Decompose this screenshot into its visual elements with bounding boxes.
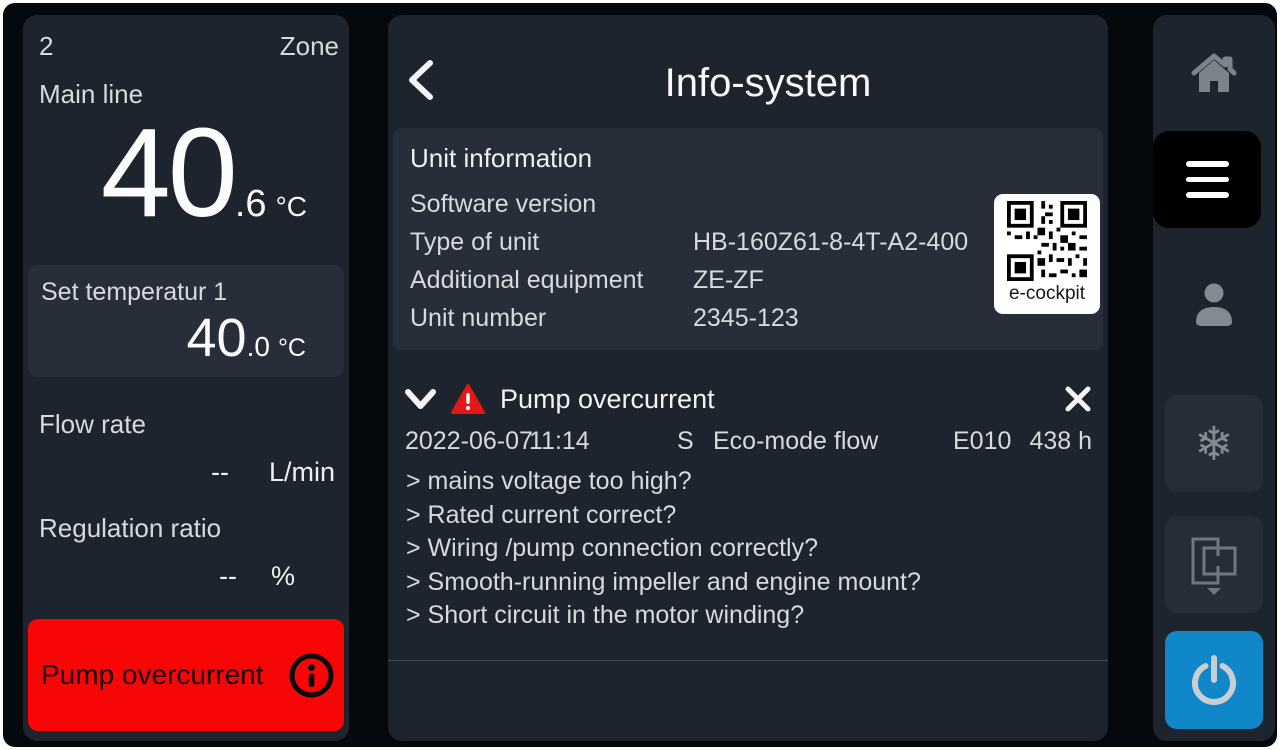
row-value: ZE-ZF — [693, 266, 764, 295]
home-icon — [1190, 51, 1238, 95]
regulation-ratio-label: Regulation ratio — [39, 513, 221, 544]
power-icon — [1189, 654, 1239, 706]
e-cockpit-qr-card[interactable]: e-cockpit — [994, 194, 1100, 314]
zone-label: Zone — [280, 31, 339, 62]
main-line-value-int: 40 — [101, 113, 235, 233]
alarm-banner[interactable]: Pump overcurrent — [28, 619, 344, 731]
chevron-down-icon[interactable] — [404, 387, 437, 411]
unit-information-heading: Unit information — [410, 143, 592, 174]
regulation-ratio-number: -- — [219, 561, 237, 592]
row-label: Unit number — [410, 304, 693, 333]
alarm-date: 2022-06-07 — [405, 427, 533, 456]
info-row-additional-equipment: Additional equipment ZE-ZF — [410, 266, 983, 304]
sidebar-item-cooling[interactable]: ❄ — [1165, 395, 1263, 492]
alarm-code: E010 — [953, 427, 1011, 456]
info-icon[interactable] — [288, 652, 335, 699]
sidebar-item-menu[interactable] — [1153, 131, 1261, 228]
flow-rate-label: Flow rate — [39, 409, 146, 440]
alarm-meta-row: 2022-06-07 11:14 S Eco-mode flow E010 43… — [405, 427, 1092, 457]
sidebar-item-home[interactable] — [1153, 15, 1275, 131]
checklist-item: > Short circuit in the motor winding? — [406, 599, 921, 633]
sidebar-item-power[interactable] — [1165, 631, 1263, 729]
set-temperature-card[interactable]: Set temperatur 1 40.0 °C — [28, 265, 344, 377]
alarm-checklist: > mains voltage too high? > Rated curren… — [406, 465, 921, 633]
flow-rate-unit: L/min — [269, 457, 335, 488]
alarm-title: Pump overcurrent — [500, 384, 715, 415]
alarm-banner-label: Pump overcurrent — [41, 659, 264, 691]
main-line-value-dec: .6 — [235, 183, 267, 226]
info-row-type-of-unit: Type of unit HB-160Z61-8-4T-A2-400 — [410, 228, 983, 266]
row-label: Software version — [410, 190, 693, 219]
checklist-item: > Rated current correct? — [406, 499, 921, 533]
checklist-item: > mains voltage too high? — [406, 465, 921, 499]
qr-card-label: e-cockpit — [1009, 283, 1085, 305]
flow-rate-value: -- L/min — [23, 457, 335, 488]
row-label: Type of unit — [410, 228, 693, 257]
checklist-item: > Wiring /pump connection correctly? — [406, 532, 921, 566]
qr-code-icon — [1007, 201, 1087, 281]
unit-information-rows: Software version Type of unit HB-160Z61-… — [410, 190, 983, 342]
set-temperature-value-dec: .0 — [247, 331, 270, 363]
zone-header: 2 Zone — [39, 31, 339, 62]
alarm-runtime-hours: 438 h — [1029, 427, 1092, 456]
sidebar-item-user[interactable] — [1153, 249, 1275, 359]
flow-rate-number: -- — [211, 457, 229, 488]
set-temperature-unit: °C — [278, 334, 306, 363]
alarm-detail-header: Pump overcurrent — [404, 381, 1093, 417]
regulation-ratio-value: -- % — [23, 561, 295, 592]
sidebar-item-module[interactable] — [1165, 516, 1263, 613]
set-temperature-label: Set temperatur 1 — [41, 278, 227, 307]
regulation-ratio-unit: % — [271, 561, 295, 592]
alarm-source: Eco-mode flow — [713, 427, 878, 456]
user-icon — [1191, 280, 1237, 328]
snowflake-icon: ❄ — [1194, 416, 1233, 472]
set-temperature-value-int: 40 — [187, 311, 247, 365]
zone-number: 2 — [39, 31, 53, 62]
alarm-time: 11:14 — [529, 427, 590, 456]
row-value: HB-160Z61-8-4T-A2-400 — [693, 228, 968, 257]
info-system-panel: Info-system Unit information Software ve… — [388, 15, 1108, 741]
device-screen: 2 Zone Main line 40.6°C Set temperatur 1… — [3, 3, 1277, 747]
mold-module-icon — [1188, 534, 1240, 596]
row-value: 2345-123 — [693, 304, 799, 333]
section-divider — [388, 660, 1108, 661]
info-row-software-version: Software version — [410, 190, 983, 228]
warning-triangle-icon — [451, 384, 485, 415]
alarm-flag: S — [677, 427, 694, 456]
navigation-sidebar: ❄ — [1153, 15, 1275, 741]
set-temperature-value: 40.0 °C — [187, 311, 307, 365]
checklist-item: > Smooth-running impeller and engine mou… — [406, 566, 921, 600]
zone-status-panel: 2 Zone Main line 40.6°C Set temperatur 1… — [23, 15, 349, 741]
close-icon[interactable] — [1063, 384, 1093, 414]
info-row-unit-number: Unit number 2345-123 — [410, 304, 983, 342]
menu-icon — [1186, 161, 1229, 198]
page-title: Info-system — [428, 61, 1108, 106]
row-label: Additional equipment — [410, 266, 693, 295]
main-line-value: 40.6 °C — [23, 113, 307, 233]
unit-information-section: Unit information Software version Type o… — [393, 128, 1103, 350]
main-line-unit: °C — [276, 191, 307, 223]
